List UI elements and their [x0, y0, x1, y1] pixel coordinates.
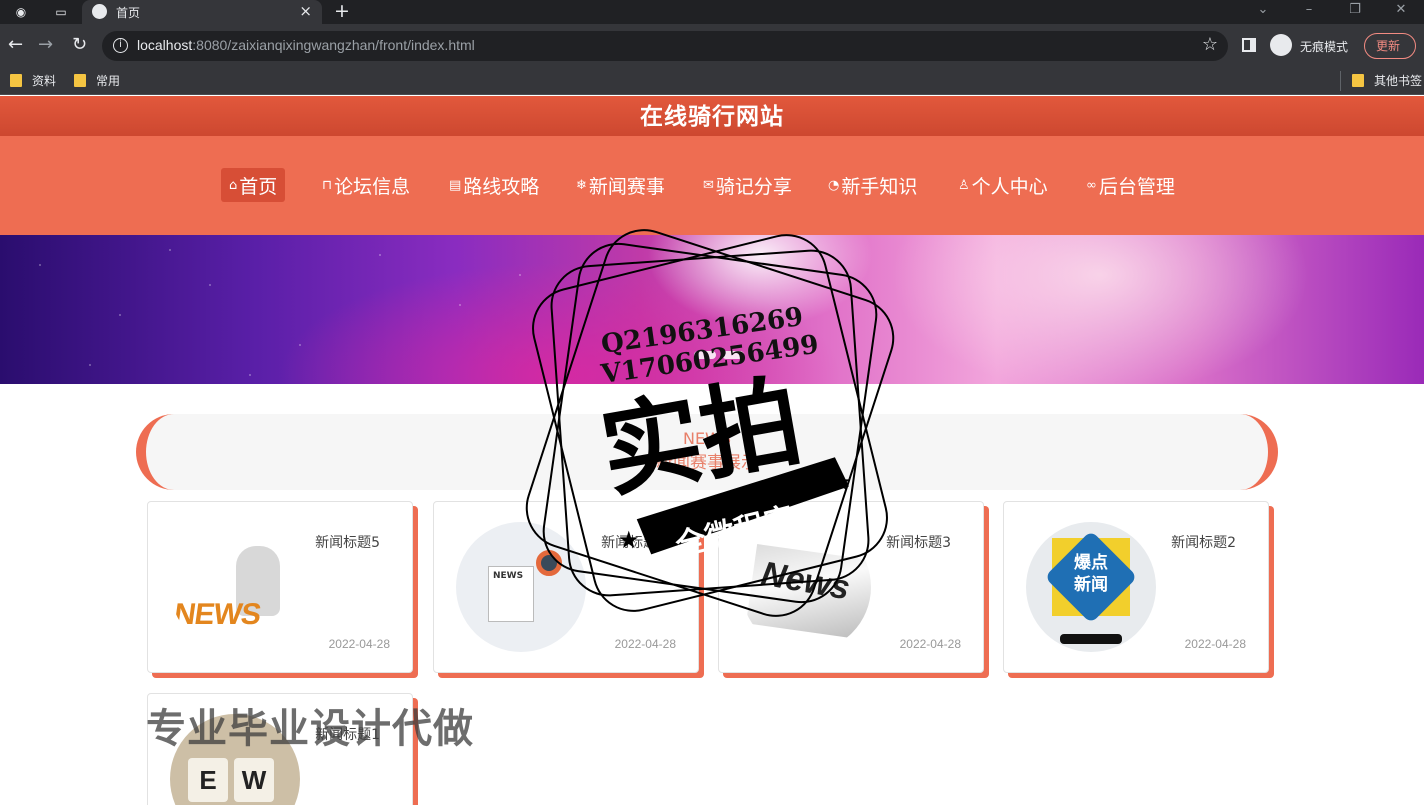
globe-icon[interactable]: ◉ [12, 3, 30, 21]
user-icon: ♙ [958, 177, 970, 193]
tab-favicon-icon [92, 4, 107, 19]
browser-toolbar: ← → ↻ i localhost:8080/zaixianqixingwang… [0, 24, 1424, 67]
nav-routes[interactable]: ▤ 路线攻略 [441, 168, 547, 202]
mail-icon: ✉ [703, 177, 714, 193]
news-thumbnail: NEWS [456, 522, 586, 652]
newspaper-icon: NEWS [488, 566, 534, 622]
nav-share[interactable]: ✉ 骑记分享 [695, 168, 800, 202]
news-date: 2022-04-28 [328, 637, 390, 651]
bookmarks-bar: 资料 常用 其他书签 [0, 67, 1424, 95]
news-thumbnail: News [741, 522, 871, 652]
news-card[interactable]: NEWS 新闻标题5 2022-04-28 [147, 501, 413, 673]
news-thumbnail: 爆点 新闻 [1026, 522, 1156, 652]
nav-admin[interactable]: ∞ 后台管理 [1078, 168, 1183, 202]
nav-user-center[interactable]: ♙ 个人中心 [950, 168, 1056, 202]
breaking-news-badge: 爆点 新闻 [1044, 530, 1138, 624]
main-nav: ⌂ 首页 ⊓ 论坛信息 ▤ 路线攻略 ❄ 新闻赛事 ✉ 骑记分享 ◔ 新手知识 ♙ 个人中心 … [0, 136, 1424, 235]
snowflake-icon: ❄ [576, 177, 587, 193]
new-tab-icon[interactable]: + [334, 0, 350, 22]
news-title: 新闻标题2 [1171, 535, 1236, 551]
letter-cube: E [188, 758, 228, 802]
news-section-en: NEWS [682, 429, 732, 448]
bookmark-star-icon[interactable]: ☆ [1202, 34, 1218, 55]
folder-icon [74, 74, 86, 87]
close-tab-icon[interactable]: × [299, 2, 312, 20]
hero-banner[interactable] [0, 235, 1424, 384]
news-title: 新闻标题4 [601, 535, 666, 551]
news-section-title: 新闻赛事展示 [656, 453, 758, 473]
bookmarks-divider [1340, 71, 1341, 91]
thumb-text: NEWS [171, 598, 263, 631]
folder-icon [1352, 74, 1364, 87]
tab-title: 首页 [116, 6, 141, 20]
incognito-icon [1270, 34, 1292, 56]
banner-stars [0, 235, 1424, 384]
nav-forum[interactable]: ⊓ 论坛信息 [314, 168, 418, 202]
news-card[interactable]: News 新闻标题3 2022-04-28 [718, 501, 984, 673]
nav-news[interactable]: ❄ 新闻赛事 [568, 168, 673, 202]
news-section-header: NEWS 新闻赛事展示 [136, 414, 1278, 490]
site-header: 在线骑行网站 [0, 96, 1424, 136]
news-date: 2022-04-28 [614, 637, 676, 651]
bookmark-folder-ziliao[interactable]: 资料 [10, 72, 56, 89]
browser-tab-bar: ◉ ▭ 首页 × + ⌄ – ❐ ✕ [0, 0, 1424, 24]
badge-stand [1060, 634, 1122, 644]
carousel-dots [694, 351, 744, 359]
incognito-label: 无痕模式 [1300, 40, 1349, 54]
chevron-down-icon[interactable]: ⌄ [1240, 0, 1286, 24]
news-card[interactable]: 爆点 新闻 新闻标题2 2022-04-28 [1003, 501, 1269, 673]
bookmark-folder-changyong[interactable]: 常用 [74, 72, 120, 89]
carousel-dot[interactable] [722, 351, 744, 359]
folder-icon [10, 74, 22, 87]
browser-tab[interactable]: 首页 × [82, 0, 322, 24]
link-icon: ∞ [1086, 177, 1097, 193]
news-title: 新闻标题5 [315, 535, 380, 551]
address-bar[interactable]: i localhost:8080/zaixianqixingwangzhan/f… [102, 31, 1228, 61]
book-icon: ⊓ [322, 177, 333, 193]
badge-text: 爆点 新闻 [1074, 553, 1108, 595]
news-card[interactable]: NEWS 新闻标题4 2022-04-28 [433, 501, 699, 673]
home-icon: ⌂ [229, 177, 238, 193]
reload-icon[interactable]: ↻ [72, 34, 87, 55]
back-icon[interactable]: ← [8, 34, 23, 55]
url-text: localhost:8080/zaixianqixingwangzhan/fro… [137, 37, 475, 53]
carousel-dot[interactable] [694, 351, 716, 359]
news-title: 新闻标题3 [886, 535, 951, 551]
news-date: 2022-04-28 [899, 637, 961, 651]
news-thumbnail: NEWS [170, 522, 300, 652]
other-bookmarks[interactable]: 其他书签 [1352, 72, 1422, 89]
nav-home[interactable]: ⌂ 首页 [221, 168, 286, 202]
gauge-icon: ◔ [828, 177, 840, 193]
window-controls: ⌄ – ❐ ✕ [1240, 0, 1424, 24]
site-info-icon[interactable]: i [113, 38, 128, 53]
close-window-icon[interactable]: ✕ [1378, 0, 1424, 24]
minimize-icon[interactable]: – [1286, 0, 1332, 24]
magnifier-icon [536, 550, 562, 576]
restore-icon[interactable]: ❐ [1332, 0, 1378, 24]
forward-icon[interactable]: → [38, 34, 53, 55]
letter-cube: W [234, 758, 274, 802]
clipboard-icon: ▤ [449, 177, 462, 193]
tab-search-icon[interactable]: ▭ [52, 3, 70, 21]
side-panel-icon[interactable] [1242, 38, 1256, 52]
nav-knowledge[interactable]: ◔ 新手知识 [820, 168, 925, 202]
site-title: 在线骑行网站 [640, 104, 784, 130]
watermark-text: 专业毕业设计代做 [146, 706, 474, 752]
news-date: 2022-04-28 [1184, 637, 1246, 651]
update-button[interactable]: 更新 [1364, 33, 1416, 59]
